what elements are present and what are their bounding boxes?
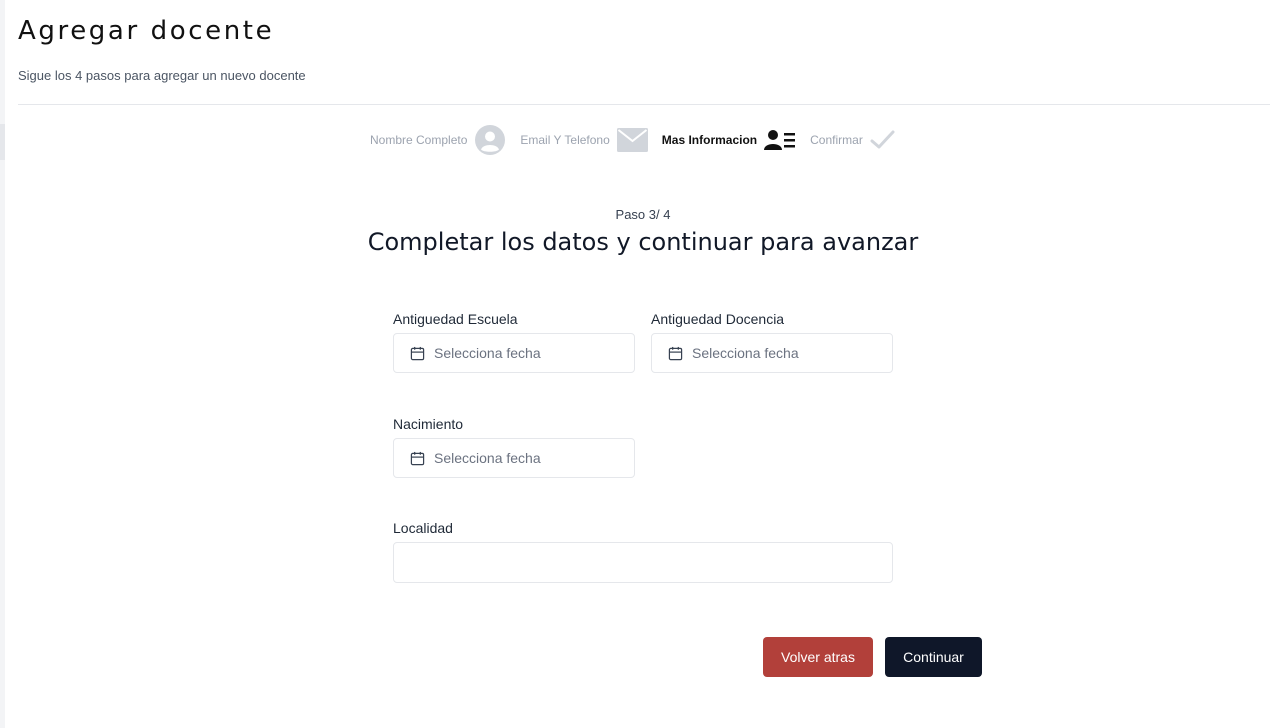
envelope-icon xyxy=(616,127,648,153)
header-divider xyxy=(18,104,1270,105)
user-circle-icon xyxy=(474,124,506,156)
calendar-icon xyxy=(410,346,425,361)
step-mas-informacion: Mas Informacion xyxy=(662,128,796,152)
stepper: Nombre Completo Email Y Telefono Mas Inf… xyxy=(370,124,910,156)
field-antiguedad-docencia: Antiguedad Docencia Selecciona fecha xyxy=(651,310,893,373)
antiguedad-escuela-date-picker[interactable]: Selecciona fecha xyxy=(393,333,635,373)
step-counter: Paso 3/ 4 xyxy=(615,207,671,222)
calendar-icon xyxy=(668,346,683,361)
date-placeholder: Selecciona fecha xyxy=(692,345,799,361)
back-button[interactable]: Volver atras xyxy=(763,637,873,677)
nacimiento-date-picker[interactable]: Selecciona fecha xyxy=(393,438,635,478)
page-subtitle: Sigue los 4 pasos para agregar un nuevo … xyxy=(18,68,306,83)
step-confirmar: Confirmar xyxy=(810,129,896,151)
field-antiguedad-escuela: Antiguedad Escuela Selecciona fecha xyxy=(393,310,635,373)
antiguedad-docencia-date-picker[interactable]: Selecciona fecha xyxy=(651,333,893,373)
localidad-input[interactable] xyxy=(393,542,893,583)
step-label: Nombre Completo xyxy=(370,133,468,147)
user-list-icon xyxy=(764,128,796,152)
field-nacimiento: Nacimiento Selecciona fecha xyxy=(393,415,635,478)
step-label: Email Y Telefono xyxy=(520,133,610,147)
localidad-label: Localidad xyxy=(393,520,453,536)
step-label: Confirmar xyxy=(810,133,863,147)
step-email-telefono: Email Y Telefono xyxy=(520,127,648,153)
left-rail-marker xyxy=(0,124,5,160)
continue-button[interactable]: Continuar xyxy=(885,637,982,677)
step-nombre-completo: Nombre Completo xyxy=(370,124,506,156)
left-rail xyxy=(0,0,5,728)
antiguedad-docencia-label: Antiguedad Docencia xyxy=(651,311,785,327)
calendar-icon xyxy=(410,451,425,466)
step-label: Mas Informacion xyxy=(661,133,758,147)
page-title: Agregar docente xyxy=(18,16,275,46)
date-placeholder: Selecciona fecha xyxy=(434,450,541,466)
field-localidad: Localidad xyxy=(393,519,893,583)
step-heading: Completar los datos y continuar para ava… xyxy=(367,228,919,256)
date-placeholder: Selecciona fecha xyxy=(434,345,541,361)
check-icon xyxy=(870,129,896,151)
nacimiento-label: Nacimiento xyxy=(393,416,464,432)
antiguedad-escuela-label: Antiguedad Escuela xyxy=(393,311,518,327)
